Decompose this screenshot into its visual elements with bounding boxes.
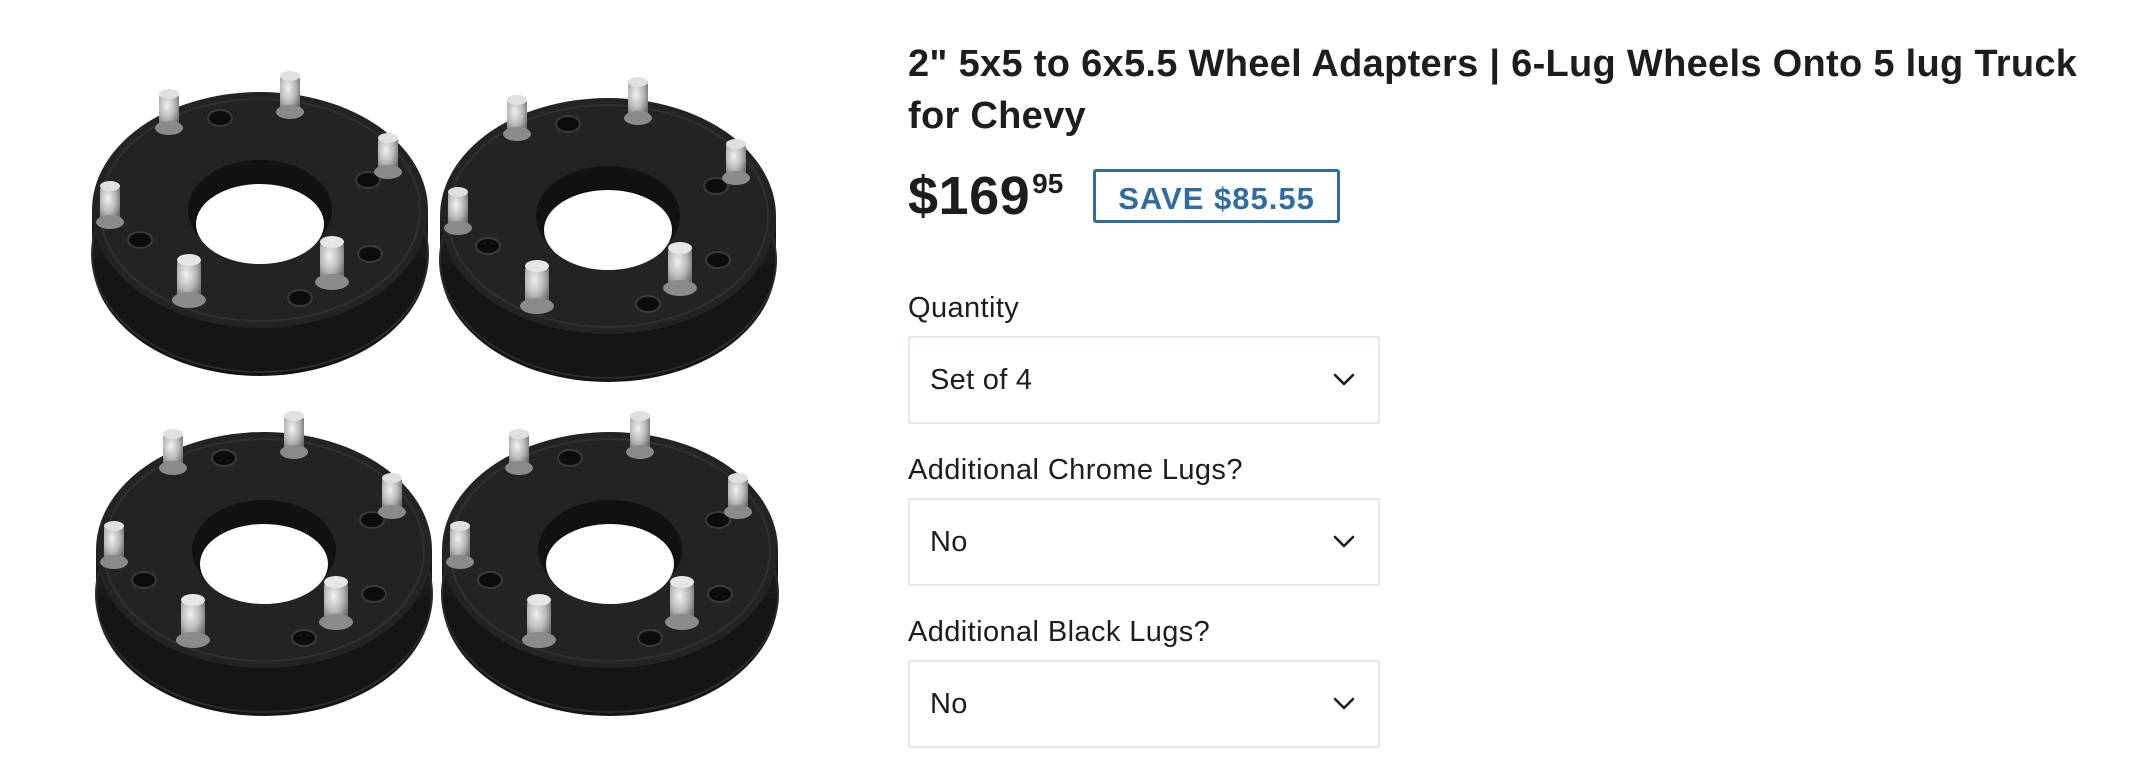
- chevron-down-icon: [1333, 697, 1355, 710]
- chevron-down-icon: [1333, 535, 1355, 548]
- quantity-label: Quantity: [908, 292, 1020, 324]
- product-info: 2" 5x5 to 6x5.5 Wheel Adapters | 6-Lug W…: [908, 38, 2088, 748]
- option-quantity: Quantity Set of 4: [908, 290, 2088, 424]
- wheel-adapters-image: [91, 70, 779, 717]
- option-black-lugs: Additional Black Lugs? No: [908, 614, 2088, 748]
- product-title: 2" 5x5 to 6x5.5 Wheel Adapters | 6-Lug W…: [908, 43, 2078, 137]
- quantity-select[interactable]: Set of 4: [908, 336, 1380, 424]
- chrome-lugs-selected-value: No: [930, 526, 968, 558]
- adapter-top-right: [439, 76, 777, 383]
- price-row: $169 95 SAVE $85.55: [908, 164, 2088, 228]
- price-cents: 95: [1032, 168, 1064, 199]
- price-dollars: $169: [908, 166, 1031, 226]
- chrome-lugs-select[interactable]: No: [908, 498, 1380, 586]
- save-badge: SAVE $85.55: [1093, 169, 1340, 223]
- black-lugs-label: Additional Black Lugs?: [908, 616, 1211, 648]
- option-chrome-lugs: Additional Chrome Lugs? No: [908, 452, 2088, 586]
- product-price: $169 95: [908, 167, 1063, 225]
- adapter-bottom-left: [95, 410, 433, 717]
- quantity-selected-value: Set of 4: [930, 364, 1033, 396]
- black-lugs-select[interactable]: No: [908, 660, 1380, 748]
- chrome-lugs-label: Additional Chrome Lugs?: [908, 454, 1243, 486]
- product-image[interactable]: [60, 30, 820, 750]
- adapter-bottom-right: [441, 410, 779, 717]
- black-lugs-selected-value: No: [930, 688, 968, 720]
- adapter-top-left: [91, 70, 429, 377]
- chevron-down-icon: [1333, 373, 1355, 386]
